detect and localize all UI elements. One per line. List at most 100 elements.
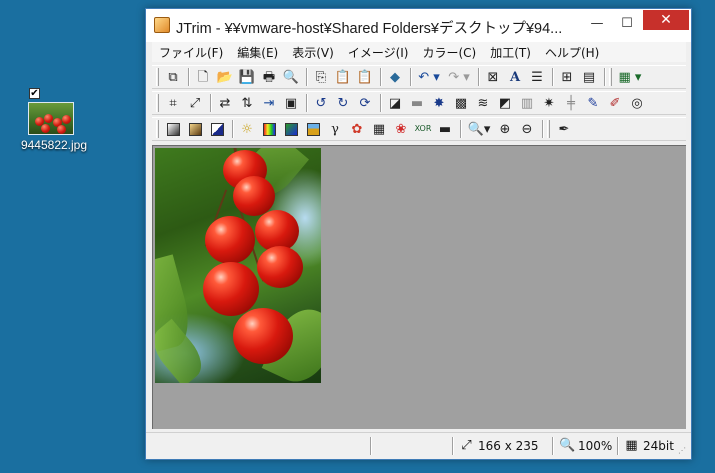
cherry-photo [155, 148, 321, 383]
crop-icon[interactable]: ⌗ [163, 93, 183, 113]
title-bar[interactable]: JTrim - ¥¥vmware-host¥Shared Folders¥デスク… [146, 9, 691, 42]
tile-icon[interactable]: ◩ [495, 93, 515, 113]
open-folder-icon[interactable]: 📂 [215, 67, 235, 87]
thumbnails-icon[interactable]: ⊞ [557, 67, 577, 87]
app-icon[interactable] [154, 17, 170, 33]
toolbar-separator [306, 68, 308, 86]
gamma-icon[interactable]: γ [325, 119, 345, 139]
sepia-icon[interactable] [185, 119, 205, 139]
toolbar-grip[interactable] [156, 94, 159, 112]
grid-status-icon: ▦ [625, 438, 638, 453]
posterize-icon[interactable]: ▬ [435, 119, 455, 139]
burst-icon[interactable]: ✸ [429, 93, 449, 113]
eyedropper-icon[interactable]: ✒ [554, 119, 574, 139]
wave-icon[interactable]: ≋ [473, 93, 493, 113]
toolbar-separator [380, 94, 382, 112]
zoom-status: 🔍 100% [559, 438, 612, 453]
zoom-dropdown-icon[interactable]: 🔍▾ [465, 119, 493, 139]
zoom-value: 100% [578, 438, 613, 453]
minimize-button[interactable]: — [582, 13, 612, 35]
grid-icon[interactable]: ▦ ▾ [616, 67, 644, 87]
resize-icon[interactable]: ⤢ [185, 93, 205, 113]
paste-new-icon[interactable]: 📋 [355, 67, 375, 87]
filmstrip-icon[interactable]: ▤ [579, 67, 599, 87]
maximize-button[interactable]: ☐ [612, 13, 642, 35]
swirl-icon[interactable]: ◎ [627, 93, 647, 113]
toolbar-grip[interactable] [156, 120, 159, 138]
close-button[interactable]: ✕ [643, 10, 689, 30]
grayscale-icon[interactable] [163, 119, 183, 139]
flip-vertical-icon[interactable]: ⇅ [237, 93, 257, 113]
toolbar-separator [306, 94, 308, 112]
pen-icon[interactable]: ✎ [583, 93, 603, 113]
redo-icon[interactable]: ↷ ▾ [445, 67, 473, 87]
gradient-icon[interactable] [281, 119, 301, 139]
print-preview-icon[interactable]: 🔍 [281, 67, 301, 87]
brick-icon[interactable]: ▥ [517, 93, 537, 113]
picture-icon[interactable] [303, 119, 323, 139]
merge-icon[interactable]: ⇥ [259, 93, 279, 113]
toolbar-grip[interactable] [609, 68, 612, 86]
menu-image[interactable]: イメージ(I) [341, 42, 416, 62]
color-balance-icon[interactable] [259, 119, 279, 139]
new-file-icon[interactable]: 🗋 [193, 67, 213, 87]
flip-horizontal-icon[interactable]: ⇄ [215, 93, 235, 113]
zoom-out-icon[interactable]: ⊖ [517, 119, 537, 139]
save-icon[interactable]: 💾 [237, 67, 257, 87]
toolbar-separator [410, 68, 412, 86]
color-toolbar: ☼ γ ✿ ▦ ❀ XOR ▬ 🔍▾ ⊕ ⊖ ✒ [152, 117, 686, 141]
text-icon[interactable]: A [505, 67, 525, 87]
status-divider [370, 437, 372, 455]
copy-icon[interactable]: ⎘ [311, 67, 331, 87]
menu-bar: ファイル(F) 編集(E) 表示(V) イメージ(I) カラー(C) 加工(T)… [152, 42, 686, 62]
toolbar-grip[interactable] [156, 68, 159, 86]
menu-file[interactable]: ファイル(F) [152, 42, 230, 62]
undo-icon[interactable]: ↶ ▾ [415, 67, 443, 87]
toolbar-grip[interactable] [547, 120, 550, 138]
shadow-icon[interactable]: ◪ [385, 93, 405, 113]
main-toolbar: ⧉ 🗋 📂 💾 🖶 🔍 ⎘ 📋 📋 ◆ ↶ ▾ ↷ ▾ ⊠ A ☰ ⊞ ▤ ▦ … [152, 65, 686, 89]
fit-window-icon[interactable]: ⊠ [483, 67, 503, 87]
status-bar: ⤢ 166 x 235 🔍 100% ▦ 24bit ⋰ [146, 432, 691, 459]
status-divider [552, 437, 554, 455]
toolbar-separator [380, 68, 382, 86]
status-divider [617, 437, 619, 455]
menu-view[interactable]: 表示(V) [285, 42, 341, 62]
dither-icon[interactable]: ▦ [369, 119, 389, 139]
rotate-right-90-icon[interactable]: ↻ [333, 93, 353, 113]
selection-checkbox[interactable]: ✔ [29, 88, 40, 99]
mosaic-icon[interactable]: ▩ [451, 93, 471, 113]
toolbar-separator [232, 120, 234, 138]
menu-help[interactable]: ヘルプ(H) [538, 42, 606, 62]
eraser-pen-icon[interactable]: ✐ [605, 93, 625, 113]
frame-icon[interactable]: ▣ [281, 93, 301, 113]
resize-grip-icon[interactable]: ⋰ [678, 446, 688, 456]
palette-icon[interactable]: ✿ [347, 119, 367, 139]
rotate-free-icon[interactable]: ⟳ [355, 93, 375, 113]
capture-icon[interactable]: ◆ [385, 67, 405, 87]
menu-color[interactable]: カラー(C) [415, 42, 483, 62]
xor-icon[interactable]: XOR [413, 119, 433, 139]
menu-process[interactable]: 加工(T) [483, 42, 538, 62]
zoom-in-icon[interactable]: ⊕ [495, 119, 515, 139]
toolbar-separator [460, 120, 462, 138]
resize-status-icon: ⤢ [461, 438, 472, 453]
stripe-icon[interactable]: ☰ [527, 67, 547, 87]
star-icon[interactable]: ✷ [539, 93, 559, 113]
image-canvas[interactable] [152, 145, 686, 429]
new-window-icon[interactable]: ⧉ [163, 67, 183, 87]
print-icon[interactable]: 🖶 [259, 67, 279, 87]
grid-line-icon[interactable]: ╪ [561, 93, 581, 113]
invert-icon[interactable] [207, 119, 227, 139]
emboss-icon[interactable]: ▬ [407, 93, 427, 113]
rgb-icon[interactable]: ❀ [391, 119, 411, 139]
desktop-file-icon[interactable]: ✔ 9445822.jpg [14, 86, 94, 166]
toolbar-separator [552, 68, 554, 86]
toolbar-separator [604, 68, 606, 86]
edit-toolbar: ⌗ ⤢ ⇄ ⇅ ⇥ ▣ ↺ ↻ ⟳ ◪ ▬ ✸ ▩ ≋ ◩ ▥ ✷ ╪ ✎ ✐ … [152, 91, 686, 115]
toolbar-separator [542, 120, 544, 138]
menu-edit[interactable]: 編集(E) [230, 42, 285, 62]
brightness-icon[interactable]: ☼ [237, 119, 257, 139]
rotate-left-90-icon[interactable]: ↺ [311, 93, 331, 113]
paste-icon[interactable]: 📋 [333, 67, 353, 87]
